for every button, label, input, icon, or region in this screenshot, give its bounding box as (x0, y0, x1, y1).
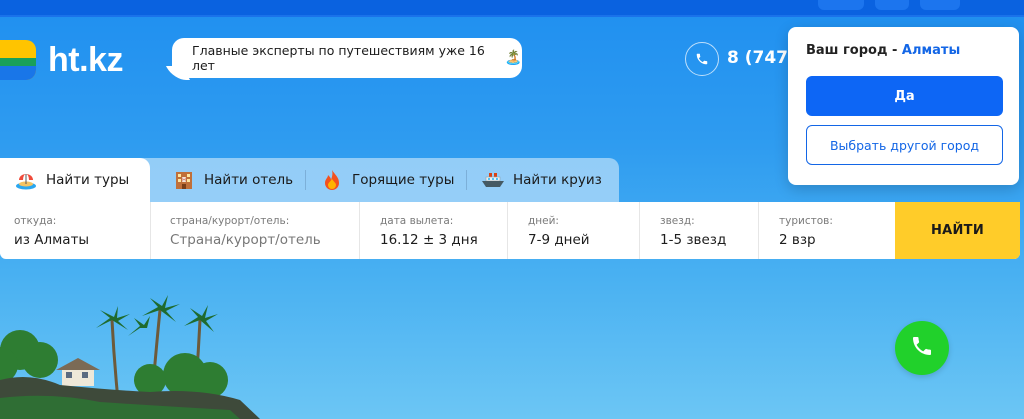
tab-label: Найти круиз (513, 172, 602, 188)
tab-find-tours[interactable]: Найти туры (0, 158, 150, 202)
tour-search-form: откуда: из Алматы страна/курорт/отель: С… (0, 202, 1020, 259)
top-nav-button[interactable] (920, 0, 960, 10)
call-button[interactable] (895, 321, 949, 375)
tab-find-hotel[interactable]: H Найти отель (158, 158, 298, 202)
island-icon: 🏝️ (504, 50, 522, 66)
days-label: дней: (528, 215, 559, 227)
date-label: дата вылета: (380, 215, 454, 227)
search-tabs: Найти туры H Найти отель Горящие туры На… (0, 158, 619, 202)
from-field[interactable]: откуда: из Алматы (0, 202, 151, 259)
fire-icon (320, 169, 344, 191)
ship-icon (481, 169, 505, 191)
date-value: 16.12 ± 3 дня (380, 232, 478, 248)
tab-find-cruise[interactable]: Найти круиз (467, 158, 617, 202)
from-value: из Алматы (14, 232, 90, 248)
search-submit-button[interactable]: НАЙТИ (895, 202, 1020, 259)
stars-label: звезд: (660, 215, 695, 227)
phone-icon (910, 334, 934, 362)
island-illustration (0, 295, 260, 419)
departure-date-field[interactable]: дата вылета: 16.12 ± 3 дня (360, 202, 508, 259)
site-logo[interactable]: ht.kz (0, 40, 123, 80)
logo-text: ht.kz (48, 40, 123, 79)
tagline-bubble: Главные эксперты по путешествиям уже 16 … (172, 38, 522, 78)
destination-field[interactable]: страна/курорт/отель: Страна/курорт/отель (151, 202, 360, 259)
stars-field[interactable]: звезд: 1-5 звезд (640, 202, 759, 259)
stars-value: 1-5 звезд (660, 232, 727, 248)
city-confirm-popup: Ваш город - Алматы Да Выбрать другой гор… (788, 27, 1019, 185)
svg-text:H: H (182, 178, 186, 184)
from-label: откуда: (14, 215, 57, 227)
tab-label: Найти отель (204, 172, 294, 188)
top-nav-button[interactable] (818, 0, 864, 10)
top-nav-bar (0, 0, 1024, 17)
tourists-field[interactable]: туристов: 2 взр (759, 202, 895, 259)
hotel-icon: H (172, 169, 196, 191)
destination-input[interactable]: Страна/курорт/отель (170, 232, 359, 248)
city-question: Ваш город - Алматы (806, 43, 1001, 58)
logo-mark-icon (0, 40, 36, 80)
confirm-city-button[interactable]: Да (806, 76, 1003, 116)
tab-hot-tours[interactable]: Горящие туры (306, 158, 466, 202)
tourists-value: 2 взр (779, 232, 816, 248)
tagline-text: Главные эксперты по путешествиям уже 16 … (192, 43, 485, 73)
nights-field[interactable]: дней: 7-9 дней (508, 202, 640, 259)
destination-label: страна/курорт/отель: (170, 215, 290, 227)
days-value: 7-9 дней (528, 232, 590, 248)
top-nav-button[interactable] (875, 0, 909, 10)
beach-icon (14, 169, 38, 191)
tab-label: Найти туры (46, 172, 130, 188)
city-question-text: Ваш город - (806, 43, 902, 58)
city-name: Алматы (901, 43, 961, 58)
tourists-label: туристов: (779, 215, 833, 227)
phone-icon[interactable] (685, 42, 719, 76)
tab-label: Горящие туры (352, 172, 455, 188)
choose-other-city-button[interactable]: Выбрать другой город (806, 125, 1003, 165)
